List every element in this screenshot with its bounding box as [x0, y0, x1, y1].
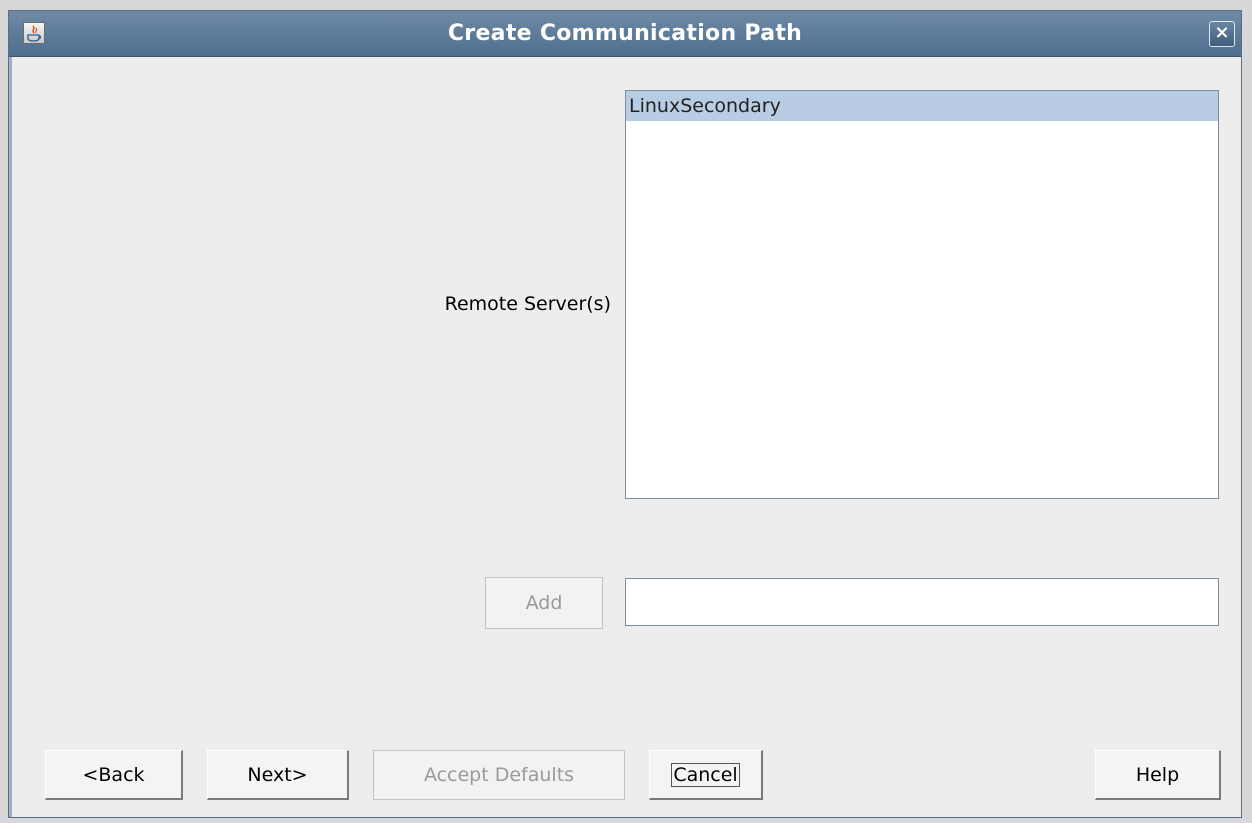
accept-defaults-button[interactable]: Accept Defaults — [373, 750, 625, 800]
server-name-input[interactable] — [625, 578, 1219, 626]
back-button[interactable]: <Back — [45, 750, 183, 800]
close-icon[interactable]: × — [1209, 21, 1235, 47]
remote-servers-label: Remote Server(s) — [444, 293, 611, 315]
list-item-selected[interactable]: LinuxSecondary — [626, 91, 1218, 121]
cancel-button[interactable]: Cancel — [649, 750, 763, 800]
back-button-label: <Back — [82, 764, 145, 786]
add-button[interactable]: Add — [485, 577, 603, 629]
dialog-window: Create Communication Path × Remote Serve… — [8, 10, 1242, 818]
cancel-button-label: Cancel — [671, 763, 740, 787]
title-bar[interactable]: Create Communication Path × — [9, 11, 1241, 57]
help-button-label: Help — [1135, 764, 1180, 786]
next-button-label: Next> — [247, 764, 308, 786]
remote-servers-list[interactable]: LinuxSecondary — [625, 90, 1219, 499]
add-button-label: Add — [525, 592, 563, 614]
help-button[interactable]: Help — [1095, 750, 1221, 800]
window-title: Create Communication Path — [447, 21, 803, 46]
accept-defaults-label: Accept Defaults — [423, 764, 575, 786]
next-button[interactable]: Next> — [207, 750, 349, 800]
window-border — [9, 57, 12, 817]
